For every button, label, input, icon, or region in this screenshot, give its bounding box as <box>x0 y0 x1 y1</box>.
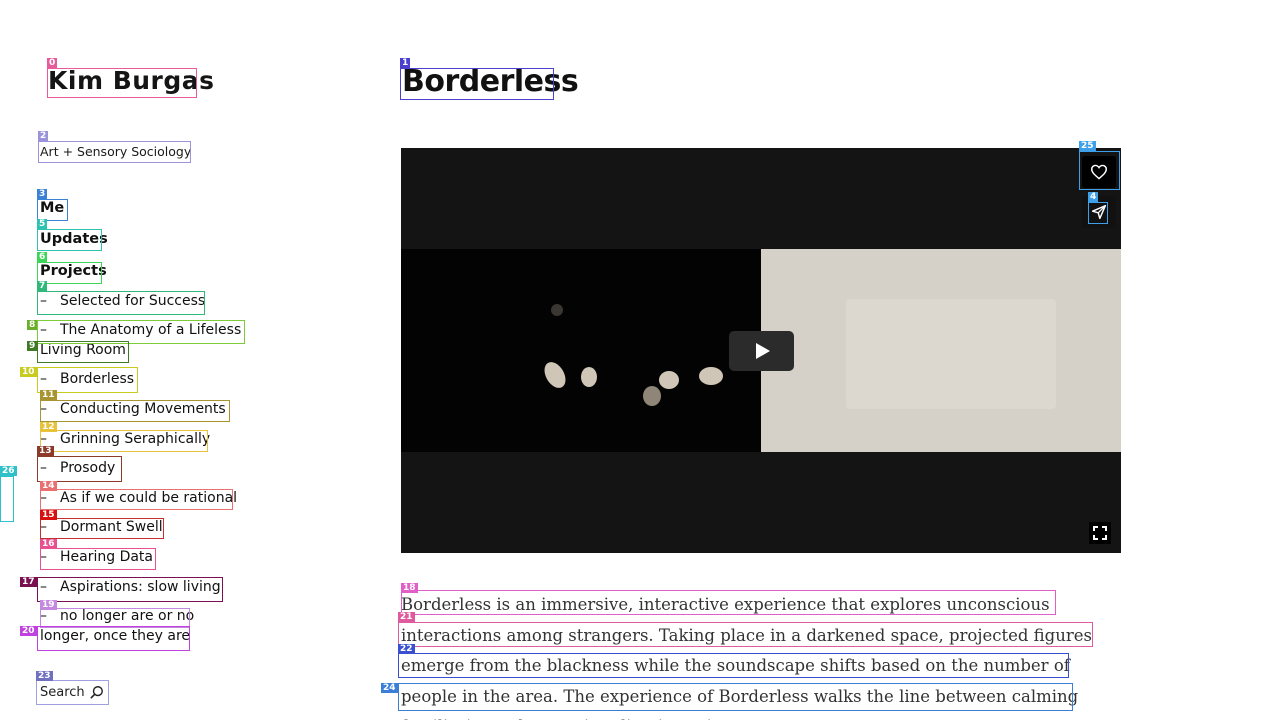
annotation-tag: 14 <box>40 481 57 491</box>
page-title: Borderless <box>402 64 579 99</box>
nav-subitem-grinning-seraphically[interactable]: – Grinning Seraphically <box>40 431 210 447</box>
site-title[interactable]: Kim Burgas <box>48 66 215 95</box>
nav-subitem-label: Conducting Movements <box>60 401 226 417</box>
nav-subitem-dormant-swell[interactable]: – Dormant Swell <box>40 519 163 535</box>
description-line: familiarity and menacing disorientation. <box>401 712 1101 720</box>
annotation-tag: 1 <box>400 58 411 68</box>
nav-subitem-no-longer-are[interactable]: – no longer are or no <box>40 608 194 624</box>
dash-marker: – <box>40 401 47 417</box>
nav-item-updates[interactable]: Updates <box>40 231 108 247</box>
annotation-tag: 17 <box>20 577 37 587</box>
annotation-box <box>0 476 14 522</box>
nav-subitem-prosody[interactable]: – Prosody <box>40 460 115 476</box>
nav-subitem-borderless[interactable]: – Borderless <box>40 371 134 387</box>
nav-subitem-label: As if we could be rational <box>60 490 238 506</box>
nav-item-me[interactable]: Me <box>40 200 64 216</box>
nav-subitem-longer-once-they-are[interactable]: longer, once they are <box>40 628 190 644</box>
nav-subitem-label: Hearing Data <box>60 549 154 565</box>
annotation-tag: 3 <box>37 189 48 199</box>
video-player[interactable] <box>401 148 1121 553</box>
dash-marker: – <box>40 371 47 387</box>
dash-marker: – <box>40 608 47 624</box>
dash-marker: – <box>40 549 47 565</box>
annotation-tag: 19 <box>40 600 57 610</box>
nav-subitem-conducting-movements[interactable]: – Conducting Movements <box>40 401 226 417</box>
dash-marker: – <box>40 490 47 506</box>
description-line: Borderless is an immersive, interactive … <box>401 595 1050 614</box>
annotation-tag: 21 <box>398 612 415 622</box>
nav-subitem-label: Dormant Swell <box>60 519 163 535</box>
figure-shape <box>699 367 723 385</box>
nav-subitem-hearing-data[interactable]: – Hearing Data <box>40 549 153 565</box>
nav-subitem-as-if-we-could-be-rational[interactable]: – As if we could be rational <box>40 490 237 506</box>
video-frame-right <box>761 249 1121 452</box>
description-line: interactions among strangers. Taking pla… <box>401 625 1092 645</box>
annotation-tag: 23 <box>36 671 53 681</box>
annotation-tag: 2 <box>38 131 49 141</box>
heart-icon <box>1090 164 1108 180</box>
annotation-tag: 24 <box>381 683 398 693</box>
figure-shape <box>643 386 661 406</box>
annotation-tag: 16 <box>40 539 57 549</box>
search-button[interactable]: Search <box>37 680 109 704</box>
dash-marker: – <box>40 431 47 447</box>
nav-subitem-label: Selected for Success <box>60 293 206 309</box>
nav-subitem-label: Prosody <box>60 460 116 476</box>
description-line: people in the area. The experience of Bo… <box>401 686 1079 706</box>
figure-shape <box>540 358 570 392</box>
annotation-tag: 26 <box>0 466 17 476</box>
project-description: Borderless is an immersive, interactive … <box>401 590 1101 720</box>
nav-subitem-selected-for-success[interactable]: – Selected for Success <box>40 293 205 309</box>
video-frame-left <box>401 249 761 452</box>
dash-marker: – <box>40 460 47 476</box>
dash-marker: – <box>40 519 47 535</box>
annotation-tag: 5 <box>37 219 48 229</box>
site-tagline: Art + Sensory Sociology <box>40 144 192 159</box>
nav-subitem-label: Aspirations: slow living <box>60 579 221 595</box>
annotation-tag: 12 <box>40 422 57 432</box>
nav-subitem-label: no longer are or no <box>60 608 195 624</box>
nav-subitem-label: Grinning Seraphically <box>60 431 211 447</box>
like-button[interactable] <box>1082 156 1116 188</box>
send-icon <box>1091 204 1107 220</box>
annotation-tag: 10 <box>20 367 37 377</box>
annotation-tag: 9 <box>27 341 38 351</box>
nav-subitem-label: Borderless <box>60 371 135 387</box>
figure-shape <box>581 367 597 387</box>
fullscreen-icon <box>1093 526 1107 540</box>
annotation-tag: 6 <box>37 252 48 262</box>
frame-glow <box>846 299 1056 409</box>
play-button[interactable] <box>729 331 794 371</box>
annotation-tag: 8 <box>27 320 38 330</box>
search-label: Search <box>40 684 85 700</box>
description-line: emerge from the blackness while the soun… <box>401 656 1070 675</box>
play-icon <box>755 343 770 359</box>
nav-subitem-anatomy-of-a-lifeless[interactable]: – The Anatomy of a Lifeless <box>40 322 241 338</box>
figure-shape <box>659 371 679 389</box>
annotation-tag: 13 <box>37 446 54 456</box>
annotation-tag: 20 <box>20 626 37 636</box>
annotation-tag: 22 <box>398 644 415 654</box>
search-icon <box>90 686 103 699</box>
nav-subitem-aspirations-slow-living[interactable]: – Aspirations: slow living <box>40 579 221 595</box>
nav-subitem-label: The Anatomy of a Lifeless <box>60 322 242 338</box>
fullscreen-button[interactable] <box>1089 522 1111 544</box>
annotation-tag: 0 <box>47 58 58 68</box>
annotation-tag: 18 <box>401 583 418 593</box>
nav-item-projects[interactable]: Projects <box>40 263 107 279</box>
annotation-tag: 25 <box>1079 141 1096 151</box>
nav-subitem-living-room[interactable]: Living Room <box>40 342 126 358</box>
annotation-tag: 11 <box>40 390 57 400</box>
figure-shape <box>551 304 563 316</box>
annotation-tag: 7 <box>37 281 48 291</box>
dash-marker: – <box>40 579 47 595</box>
dash-marker: – <box>40 322 47 338</box>
annotation-tag: 15 <box>40 510 57 520</box>
annotation-tag: 4 <box>1088 192 1099 202</box>
dash-marker: – <box>40 293 47 309</box>
